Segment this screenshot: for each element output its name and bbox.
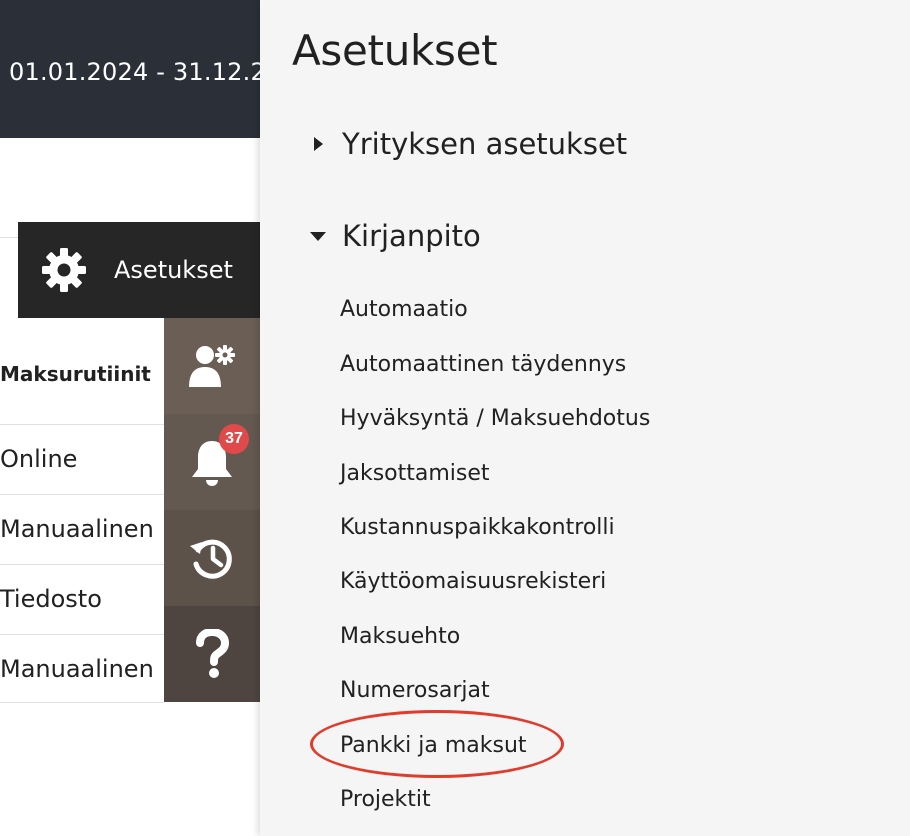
menu-item-jaksottamiset[interactable]: Jaksottamiset bbox=[340, 461, 490, 486]
table-row[interactable]: Online bbox=[0, 424, 164, 494]
menu-item-projektit[interactable]: Projektit bbox=[340, 787, 431, 812]
section-company-settings[interactable]: Yrityksen asetukset bbox=[310, 124, 627, 164]
menu-item-kustannuspaikkakontrolli[interactable]: Kustannuspaikkakontrolli bbox=[340, 515, 615, 540]
history-button[interactable] bbox=[164, 510, 260, 606]
menu-item-automaattinen-taydennys[interactable]: Automaattinen täydennys bbox=[340, 352, 626, 377]
table-cell: Manuaalinen bbox=[0, 655, 154, 683]
settings-tab-label: Asetukset bbox=[114, 256, 233, 284]
table-row[interactable]: Manuaalinen bbox=[0, 634, 164, 704]
caret-right-icon bbox=[314, 137, 323, 151]
caret-down-icon bbox=[310, 232, 326, 241]
table-cell: Manuaalinen bbox=[0, 515, 154, 543]
section-label: Yrityksen asetukset bbox=[342, 127, 628, 161]
section-label: Kirjanpito bbox=[342, 219, 481, 253]
menu-item-automaatio[interactable]: Automaatio bbox=[340, 297, 468, 322]
side-rail: 37 bbox=[164, 318, 260, 702]
drawer-title: Asetukset bbox=[292, 26, 498, 75]
table-cell: Tiedosto bbox=[0, 585, 102, 613]
notification-count-badge: 37 bbox=[219, 424, 249, 454]
notifications-button[interactable]: 37 bbox=[164, 414, 260, 510]
column-header-payment-routines[interactable]: Maksurutiinit bbox=[0, 362, 151, 386]
user-settings-icon bbox=[189, 345, 235, 387]
menu-item-maksuehto[interactable]: Maksuehto bbox=[340, 624, 460, 649]
menu-item-pankki-ja-maksut[interactable]: Pankki ja maksut bbox=[340, 733, 527, 758]
divider bbox=[0, 237, 18, 238]
menu-item-kayttoomaisuusrekisteri[interactable]: Käyttöomaisuusrekisteri bbox=[340, 569, 606, 594]
settings-tab[interactable]: Asetukset bbox=[18, 222, 260, 318]
section-accounting[interactable]: Kirjanpito bbox=[310, 216, 481, 256]
table-row[interactable]: Manuaalinen bbox=[0, 494, 164, 564]
menu-item-hyvaksynta-maksuehdotus[interactable]: Hyväksyntä / Maksuehdotus bbox=[340, 406, 650, 431]
user-settings-button[interactable] bbox=[164, 318, 260, 414]
table-cell: Online bbox=[0, 445, 78, 473]
settings-drawer: Asetukset Yrityksen asetukset Kirjanpito… bbox=[260, 0, 910, 836]
question-icon bbox=[196, 629, 230, 678]
top-bar: 01.01.2024 - 31.12.2024 bbox=[0, 0, 260, 138]
fiscal-period[interactable]: 01.01.2024 - 31.12.2024 bbox=[9, 58, 260, 86]
divider bbox=[0, 702, 164, 703]
history-icon bbox=[190, 539, 232, 579]
help-button[interactable] bbox=[164, 606, 260, 702]
gear-icon bbox=[42, 248, 86, 292]
menu-item-numerosarjat[interactable]: Numerosarjat bbox=[340, 678, 490, 703]
table-row[interactable]: Tiedosto bbox=[0, 564, 164, 634]
